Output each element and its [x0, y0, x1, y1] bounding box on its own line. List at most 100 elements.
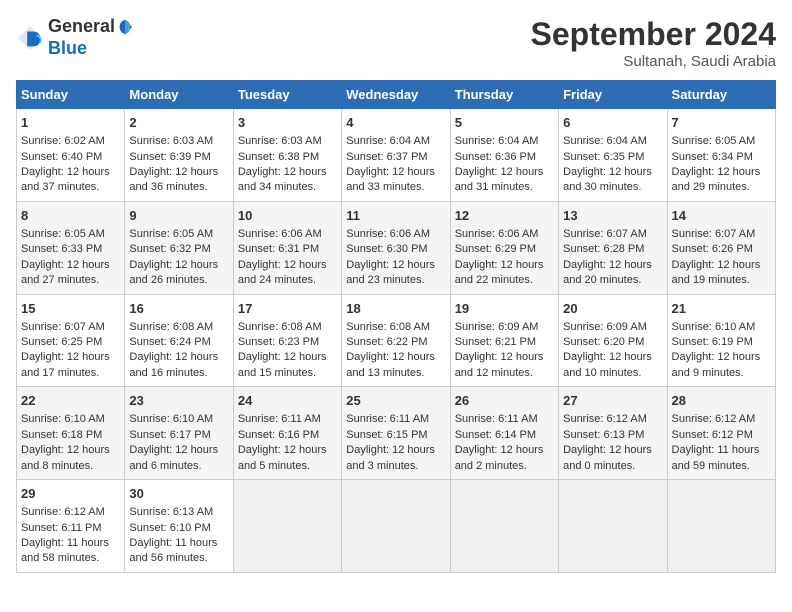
- day-number: 8: [21, 207, 120, 225]
- col-monday: Monday: [125, 81, 233, 109]
- table-row: 20Sunrise: 6:09 AMSunset: 6:20 PMDayligh…: [559, 294, 667, 387]
- title-block: September 2024 Sultanah, Saudi Arabia: [531, 16, 776, 70]
- table-row: 23Sunrise: 6:10 AMSunset: 6:17 PMDayligh…: [125, 387, 233, 480]
- day-info: Sunset: 6:30 PM: [346, 242, 445, 257]
- table-row: 30 Sunrise: 6:13 AMSunset: 6:10 PMDayligh…: [125, 480, 233, 573]
- day-info: Daylight: 12 hours: [346, 165, 445, 180]
- day-info: Sunrise: 6:11 AM: [455, 412, 554, 427]
- col-friday: Friday: [559, 81, 667, 109]
- col-wednesday: Wednesday: [342, 81, 450, 109]
- day-info: Daylight: 12 hours: [238, 350, 337, 365]
- day-number: 12: [455, 207, 554, 225]
- day-info: Sunset: 6:23 PM: [238, 335, 337, 350]
- day-info: Daylight: 12 hours: [563, 350, 662, 365]
- day-info: and 36 minutes.: [129, 180, 228, 195]
- day-info: and 16 minutes.: [129, 366, 228, 381]
- table-row: 15Sunrise: 6:07 AMSunset: 6:25 PMDayligh…: [17, 294, 125, 387]
- day-info: and 22 minutes.: [455, 273, 554, 288]
- day-info: and 23 minutes.: [346, 273, 445, 288]
- table-row: 2Sunrise: 6:03 AMSunset: 6:39 PMDaylight…: [125, 109, 233, 202]
- day-info: Sunrise: 6:09 AM: [455, 320, 554, 335]
- table-row: 12 Sunrise: 6:06 AMSunset: 6:29 PMDayligh…: [450, 201, 558, 294]
- day-info: and 17 minutes.: [21, 366, 120, 381]
- day-info: and 29 minutes.: [672, 180, 771, 195]
- table-row: 3Sunrise: 6:03 AMSunset: 6:38 PMDaylight…: [233, 109, 341, 202]
- day-number: 19: [455, 300, 554, 318]
- table-row: 24Sunrise: 6:11 AMSunset: 6:16 PMDayligh…: [233, 387, 341, 480]
- table-row: 17Sunrise: 6:08 AMSunset: 6:23 PMDayligh…: [233, 294, 341, 387]
- day-number: 28: [672, 392, 771, 410]
- day-info: Daylight: 11 hours: [21, 536, 120, 551]
- day-info: Sunset: 6:29 PM: [455, 242, 554, 257]
- calendar-row: 15Sunrise: 6:07 AMSunset: 6:25 PMDayligh…: [17, 294, 776, 387]
- day-info: Sunset: 6:16 PM: [238, 428, 337, 443]
- logo-text: General Blue: [48, 16, 134, 59]
- day-info: Sunrise: 6:06 AM: [238, 227, 337, 242]
- day-info: Sunset: 6:26 PM: [672, 242, 771, 257]
- table-row: 21Sunrise: 6:10 AMSunset: 6:19 PMDayligh…: [667, 294, 775, 387]
- table-row: 28Sunrise: 6:12 AMSunset: 6:12 PMDayligh…: [667, 387, 775, 480]
- day-info: Sunrise: 6:07 AM: [563, 227, 662, 242]
- day-info: Sunset: 6:19 PM: [672, 335, 771, 350]
- day-info: Sunset: 6:36 PM: [455, 150, 554, 165]
- day-number: 21: [672, 300, 771, 318]
- day-info: and 56 minutes.: [129, 551, 228, 566]
- day-info: and 58 minutes.: [21, 551, 120, 566]
- day-number: 1: [21, 114, 120, 132]
- day-info: and 2 minutes.: [455, 459, 554, 474]
- day-number: 13: [563, 207, 662, 225]
- day-info: Sunrise: 6:06 AM: [455, 227, 554, 242]
- location-subtitle: Sultanah, Saudi Arabia: [531, 53, 776, 70]
- day-info: Daylight: 12 hours: [129, 443, 228, 458]
- day-number: 29: [21, 485, 120, 503]
- day-info: Daylight: 12 hours: [129, 350, 228, 365]
- header-row: Sunday Monday Tuesday Wednesday Thursday…: [17, 81, 776, 109]
- day-info: Daylight: 12 hours: [563, 443, 662, 458]
- day-number: 6: [563, 114, 662, 132]
- day-info: Daylight: 11 hours: [129, 536, 228, 551]
- day-info: and 8 minutes.: [21, 459, 120, 474]
- day-info: Sunset: 6:18 PM: [21, 428, 120, 443]
- day-info: Daylight: 12 hours: [672, 165, 771, 180]
- col-sunday: Sunday: [17, 81, 125, 109]
- table-row: 16Sunrise: 6:08 AMSunset: 6:24 PMDayligh…: [125, 294, 233, 387]
- day-number: 26: [455, 392, 554, 410]
- day-info: and 0 minutes.: [563, 459, 662, 474]
- day-info: Sunset: 6:25 PM: [21, 335, 120, 350]
- day-info: Sunset: 6:15 PM: [346, 428, 445, 443]
- day-info: Sunrise: 6:09 AM: [563, 320, 662, 335]
- table-row: 25Sunrise: 6:11 AMSunset: 6:15 PMDayligh…: [342, 387, 450, 480]
- table-row: 6Sunrise: 6:04 AMSunset: 6:35 PMDaylight…: [559, 109, 667, 202]
- day-info: and 9 minutes.: [672, 366, 771, 381]
- day-info: Daylight: 12 hours: [129, 258, 228, 273]
- col-tuesday: Tuesday: [233, 81, 341, 109]
- table-row: 4Sunrise: 6:04 AMSunset: 6:37 PMDaylight…: [342, 109, 450, 202]
- day-info: Sunrise: 6:10 AM: [672, 320, 771, 335]
- day-info: Daylight: 12 hours: [672, 258, 771, 273]
- day-info: Sunset: 6:28 PM: [563, 242, 662, 257]
- day-info: Sunset: 6:21 PM: [455, 335, 554, 350]
- day-info: Daylight: 12 hours: [346, 350, 445, 365]
- day-info: Sunset: 6:10 PM: [129, 521, 228, 536]
- day-info: Sunset: 6:14 PM: [455, 428, 554, 443]
- day-info: Daylight: 11 hours: [672, 443, 771, 458]
- day-info: Sunrise: 6:12 AM: [563, 412, 662, 427]
- day-number: 27: [563, 392, 662, 410]
- day-info: Sunset: 6:34 PM: [672, 150, 771, 165]
- day-info: Sunrise: 6:13 AM: [129, 505, 228, 520]
- day-info: Sunrise: 6:02 AM: [21, 134, 120, 149]
- day-number: 11: [346, 207, 445, 225]
- day-info: Sunrise: 6:12 AM: [21, 505, 120, 520]
- day-number: 30: [129, 485, 228, 503]
- day-info: and 34 minutes.: [238, 180, 337, 195]
- day-info: and 10 minutes.: [563, 366, 662, 381]
- day-info: Sunset: 6:11 PM: [21, 521, 120, 536]
- day-number: 9: [129, 207, 228, 225]
- table-row: [342, 480, 450, 573]
- logo-icon: [16, 24, 44, 52]
- day-number: 15: [21, 300, 120, 318]
- day-info: Sunset: 6:22 PM: [346, 335, 445, 350]
- logo: General Blue: [16, 16, 134, 59]
- day-info: Daylight: 12 hours: [21, 258, 120, 273]
- day-info: Daylight: 12 hours: [455, 258, 554, 273]
